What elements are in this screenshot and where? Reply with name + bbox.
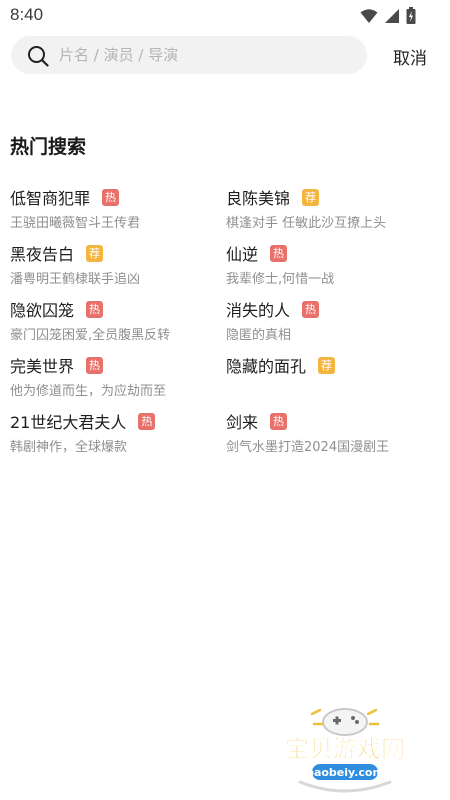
recommend-badge: 荐 (302, 188, 320, 206)
hot-search-item[interactable]: 剑来 热 剑气水墨打造2024国漫剧王 (226, 410, 436, 458)
hot-search-item-desc: 韩剧神作，全球爆款 (10, 440, 128, 455)
hot-search-item[interactable]: 仙逆 热 我辈修士,何惜一战 (226, 242, 436, 290)
hot-search-item-title: 仙逆 (226, 245, 259, 264)
hot-search-item-title: 隐藏的面孔 (226, 357, 307, 376)
recommend-badge: 荐 (318, 356, 336, 374)
hot-search-item[interactable]: 隐欲囚笼 热 豪门囚笼困爱,全员腹黑反转 (10, 298, 220, 346)
hot-search-item-title: 完美世界 (10, 357, 75, 376)
hot-search-item-title: 良陈美锦 (226, 189, 291, 208)
cellular-signal-icon (385, 8, 399, 23)
status-bar: 8:40 (0, 0, 450, 30)
hot-search-item-title: 消失的人 (226, 301, 291, 320)
hot-search-item[interactable]: 隐藏的面孔 荐 (226, 354, 436, 402)
hot-search-title: 热门搜索 (10, 136, 87, 158)
hot-search-item-title: 低智商犯罪 (10, 189, 91, 208)
hot-search-item-desc: 棋逢对手 任敏此沙互撩上头 (226, 216, 387, 231)
wifi-icon (360, 8, 378, 23)
battery-icon (406, 7, 416, 24)
cancel-button[interactable]: 取消 (393, 44, 427, 69)
search-icon (28, 46, 49, 67)
gamepad-icon (310, 708, 380, 736)
hot-badge: 热 (270, 412, 288, 430)
hot-search-item-desc: 隐匿的真相 (226, 328, 292, 343)
hot-search-item-desc: 潘粤明王鹤棣联手追凶 (10, 272, 141, 287)
hot-search-item[interactable]: 完美世界 热 他为修道而生，为应劫而至 (10, 354, 220, 402)
hot-search-item-title: 剑来 (226, 413, 259, 432)
hot-search-item-title: 21世纪大君夫人 (10, 413, 127, 432)
hot-search-item[interactable]: 黑夜告白 荐 潘粤明王鹤棣联手追凶 (10, 242, 220, 290)
watermark-logo: 宝贝游戏网 baobeiy.com (285, 708, 405, 793)
hot-search-item-title: 黑夜告白 (10, 245, 75, 264)
search-bar: 取消 (0, 36, 450, 76)
status-time: 8:40 (10, 5, 44, 24)
hot-badge: 热 (302, 300, 320, 318)
hot-search-item-title: 隐欲囚笼 (10, 301, 75, 320)
hot-badge: 热 (86, 300, 104, 318)
status-icons (360, 7, 416, 24)
hot-badge: 热 (86, 356, 104, 374)
hot-search-item-desc: 豪门囚笼困爱,全员腹黑反转 (10, 328, 171, 343)
hot-search-item-desc: 王骁田曦薇智斗王传君 (10, 216, 141, 231)
hot-badge: 热 (138, 412, 156, 430)
hot-badge: 热 (270, 244, 288, 262)
search-box[interactable] (11, 36, 367, 74)
search-input[interactable] (59, 36, 349, 74)
watermark-name: 宝贝游戏网 (285, 735, 405, 763)
hot-badge: 热 (102, 188, 120, 206)
hot-search-item[interactable]: 消失的人 热 隐匿的真相 (226, 298, 436, 346)
recommend-badge: 荐 (86, 244, 104, 262)
hot-search-item[interactable]: 21世纪大君夫人 热 韩剧神作，全球爆款 (10, 410, 220, 458)
hot-search-item[interactable]: 良陈美锦 荐 棋逢对手 任敏此沙互撩上头 (226, 186, 436, 234)
hot-search-item-desc: 他为修道而生，为应劫而至 (10, 384, 167, 399)
hot-search-item-desc: 剑气水墨打造2024国漫剧王 (226, 440, 390, 455)
hot-search-item-desc: 我辈修士,何惜一战 (226, 272, 335, 287)
watermark-url: baobeiy.com (306, 766, 384, 779)
hot-search-item[interactable]: 低智商犯罪 热 王骁田曦薇智斗王传君 (10, 186, 220, 234)
